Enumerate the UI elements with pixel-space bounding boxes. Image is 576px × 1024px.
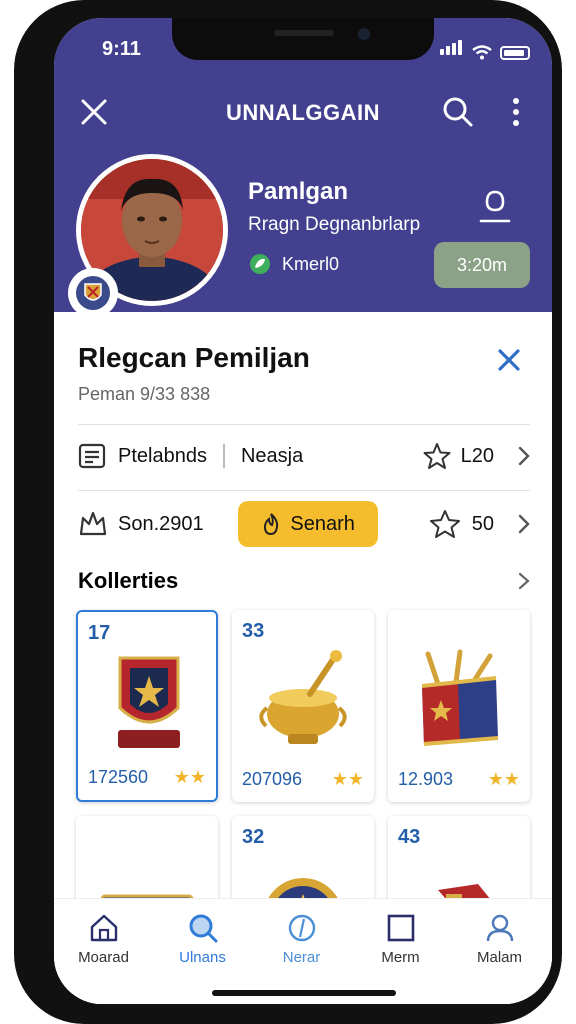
row1-mid-label: Neasja bbox=[240, 444, 304, 467]
page-title: UNNALGGAIN bbox=[225, 100, 381, 125]
section-subtitle: Peman 9/33 838 bbox=[78, 384, 211, 404]
crest-icon bbox=[76, 276, 110, 310]
front-camera bbox=[358, 28, 370, 40]
chevron-right-icon[interactable] bbox=[518, 514, 530, 534]
separator bbox=[222, 444, 225, 468]
search-icon[interactable] bbox=[442, 96, 474, 128]
profile-meta-label: Kmerl0 bbox=[282, 253, 340, 274]
compass-icon bbox=[288, 914, 315, 942]
tab-label: Nerar bbox=[282, 949, 321, 966]
row2-left-label: Son.2901 bbox=[118, 512, 204, 535]
stats-row-1[interactable]: Ptelabnds Neasja L20 bbox=[78, 436, 530, 476]
person-outline-icon[interactable] bbox=[478, 188, 512, 224]
speaker-grille bbox=[274, 30, 334, 36]
top-navbar: UNNALGGAIN bbox=[54, 92, 552, 132]
tab-label: Merm bbox=[381, 949, 420, 966]
bottom-tab-bar: Moarad Ulnans Nerar Merm Malam bbox=[54, 898, 552, 1004]
tab-explore[interactable]: Nerar bbox=[252, 913, 351, 966]
card-number: 43 bbox=[398, 826, 421, 848]
home-indicator bbox=[212, 990, 396, 996]
phone-frame: 9:11 UNNALGGAIN Pamlgan Rragn Degnanbrla… bbox=[14, 0, 562, 1024]
row2-count: 50 bbox=[471, 512, 494, 535]
status-time: 9:11 bbox=[102, 38, 141, 60]
profile-subtitle: Rragn Degnanbrlarp bbox=[248, 214, 421, 235]
star-outline-icon bbox=[423, 443, 451, 469]
card-number: 17 bbox=[88, 622, 111, 644]
tab-home[interactable]: Moarad bbox=[54, 913, 153, 966]
tab-label: Malam bbox=[476, 949, 522, 966]
signal-icon bbox=[440, 40, 464, 60]
card-number: 32 bbox=[242, 826, 265, 848]
card-rating: ★★ bbox=[487, 769, 520, 789]
card-price: 207096 bbox=[242, 769, 303, 789]
row1-count: L20 bbox=[460, 444, 494, 467]
collection-card[interactable]: 17 172560 ★★ bbox=[76, 610, 218, 802]
square-icon bbox=[387, 914, 414, 942]
collection-card[interactable]: 12.903 ★★ bbox=[388, 610, 530, 802]
card-price: 12.903 bbox=[398, 769, 454, 789]
status-icons bbox=[440, 40, 530, 60]
shield-trophy-icon bbox=[118, 656, 180, 748]
card-rating: ★★ bbox=[331, 769, 364, 789]
tab-items[interactable]: Merm bbox=[351, 913, 450, 966]
wifi-icon bbox=[472, 45, 492, 60]
golden-urn-icon bbox=[259, 650, 347, 744]
card-number: 33 bbox=[242, 620, 265, 642]
timer-button[interactable]: 3:20m bbox=[434, 242, 530, 288]
collection-title: Kollerties bbox=[78, 568, 179, 593]
search-button[interactable]: Senarh bbox=[237, 501, 378, 547]
card-rating: ★★ bbox=[173, 767, 206, 787]
battery-icon bbox=[500, 46, 530, 60]
profile-header: 9:11 UNNALGGAIN Pamlgan Rragn Degnanbrla… bbox=[54, 18, 552, 318]
chevron-right-icon[interactable] bbox=[518, 572, 530, 590]
chevron-right-icon[interactable] bbox=[518, 446, 530, 466]
app-screen: 9:11 UNNALGGAIN Pamlgan Rragn Degnanbrla… bbox=[54, 18, 552, 1004]
divider bbox=[78, 424, 530, 425]
flame-icon bbox=[264, 513, 279, 536]
team-badge bbox=[68, 268, 118, 318]
section-title: Rlegcan Pemiljan bbox=[78, 342, 310, 373]
profile-meta: Kmerl0 bbox=[248, 252, 339, 276]
more-vert-icon[interactable] bbox=[510, 96, 522, 128]
tab-label: Ulnans bbox=[179, 949, 226, 966]
search-icon bbox=[189, 914, 217, 943]
star-outline-icon bbox=[429, 510, 460, 538]
collection-card[interactable]: 33 207096 ★★ bbox=[232, 610, 374, 802]
scroll-chest-icon bbox=[421, 649, 499, 746]
profile-name: Pamlgan bbox=[248, 178, 349, 205]
tab-profile[interactable]: Malam bbox=[450, 913, 549, 966]
leaf-icon bbox=[250, 254, 270, 274]
tab-search[interactable]: Ulnans bbox=[153, 913, 252, 966]
stats-row-2[interactable]: Son.2901 Senarh 50 bbox=[78, 500, 530, 548]
row1-left-label: Ptelabnds bbox=[118, 444, 207, 467]
tab-label: Moarad bbox=[78, 949, 129, 966]
user-icon bbox=[486, 914, 513, 942]
camera-notch bbox=[172, 18, 434, 60]
home-icon bbox=[90, 914, 117, 942]
crown-icon bbox=[79, 511, 107, 536]
card-price: 172560 bbox=[88, 767, 149, 787]
list-icon bbox=[78, 443, 106, 469]
search-button-label: Senarh bbox=[290, 512, 355, 535]
close-icon[interactable] bbox=[497, 348, 521, 372]
divider bbox=[78, 490, 530, 491]
